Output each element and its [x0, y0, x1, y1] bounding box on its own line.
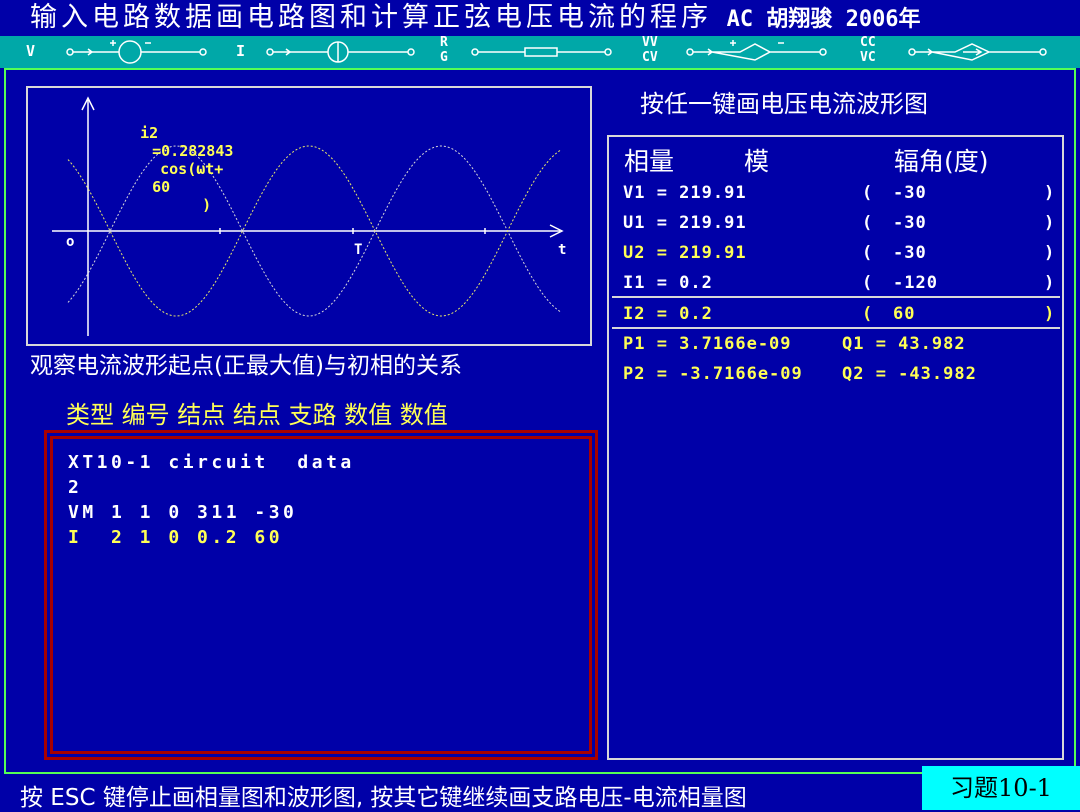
row-open: (: [862, 243, 874, 263]
data-line-i: I 2 1 0 0.2 60: [68, 527, 284, 548]
row-open: (: [862, 273, 874, 293]
header-angle: 辐角(度): [894, 147, 989, 176]
header-phasor: 相量: [624, 147, 675, 176]
row-open: (: [862, 304, 874, 324]
row-angle: 60: [893, 304, 916, 324]
data-line-count: 2: [68, 477, 83, 498]
row-close: ): [1044, 304, 1056, 324]
program-title: 输入电路数据画电路图和计算正弦电压电流的程序: [30, 2, 712, 33]
label-vv: VV: [642, 35, 658, 50]
window-title: 输入电路数据画电路图和计算正弦电压电流的程序 AC 胡翔骏 2006年: [0, 0, 1080, 36]
data-line-vm: VM 1 1 0 311 -30: [68, 502, 298, 523]
power-p: P2 = -3.7166e-09: [623, 364, 803, 384]
row-angle: -30: [893, 213, 927, 233]
row-name: I1 = 0.2: [623, 273, 713, 293]
author-credit: AC 胡翔骏 2006年: [726, 7, 921, 32]
label-cv: CV: [642, 50, 658, 65]
row-angle: -30: [893, 243, 927, 263]
current-controlled-source-icon[interactable]: [908, 43, 1047, 61]
data-columns-label: 类型 编号 结点 结点 支路 数值 数值: [66, 401, 448, 429]
status-bar: 按 ESC 键停止画相量图和波形图, 按其它键继续画支路电压-电流相量图: [0, 774, 1080, 811]
row-angle: -30: [893, 183, 927, 203]
row-name: U1 = 219.91: [623, 213, 747, 233]
label-vc: VC: [860, 50, 876, 65]
equation-phase: 60: [152, 178, 171, 196]
power-q: Q1 = 43.982: [842, 334, 966, 354]
table-divider: [612, 327, 1060, 329]
draw-prompt: 按任一键画电压电流波形图: [640, 90, 928, 118]
row-close: ): [1044, 273, 1056, 293]
row-name: V1 = 219.91: [623, 183, 747, 203]
origin-label: o: [66, 234, 75, 250]
omega-symbol: ω: [196, 160, 206, 178]
equation-rest: t+: [205, 160, 224, 178]
row-name: I2 = 0.2: [623, 304, 713, 324]
waveform-equation: i2 =0.282843 cos(ωt+ 60 ): [104, 106, 233, 232]
circuit-data-box[interactable]: [44, 430, 598, 760]
equation-var: i2: [140, 124, 159, 142]
header-magnitude: 模: [744, 147, 770, 176]
waveform-panel: i2 =0.282843 cos(ωt+ 60 ) o T t: [26, 86, 592, 346]
row-close: ): [1044, 243, 1056, 263]
equation-amplitude: =0.282843: [152, 142, 234, 160]
row-open: (: [862, 213, 874, 233]
time-axis-label: t: [558, 242, 567, 258]
status-text: 按 ESC 键停止画相量图和波形图, 按其它键继续画支路电压-电流相量图: [20, 785, 747, 811]
current-source-icon[interactable]: [266, 41, 415, 63]
data-line-title: XT10-1 circuit data: [68, 452, 355, 473]
table-divider: [612, 296, 1060, 298]
voltage-controlled-source-icon[interactable]: [686, 40, 827, 61]
label-i: I: [236, 42, 246, 60]
voltage-source-icon[interactable]: [66, 40, 207, 64]
power-q: Q2 = -43.982: [842, 364, 977, 384]
label-cc: CC: [860, 35, 876, 50]
label-g: G: [440, 50, 448, 65]
power-p: P1 = 3.7166e-09: [623, 334, 792, 354]
resistor-icon[interactable]: [471, 47, 612, 57]
row-close: ): [1044, 183, 1056, 203]
label-v: V: [26, 42, 36, 60]
row-open: (: [862, 183, 874, 203]
period-label: T: [354, 242, 363, 258]
component-toolbar: V I R G VV CV CC VC: [0, 35, 1080, 68]
exercise-button[interactable]: 习题10-1: [922, 766, 1080, 810]
equation-func: cos(: [160, 160, 197, 178]
row-angle: -120: [893, 273, 938, 293]
row-name: U2 = 219.91: [623, 243, 747, 263]
label-r: R: [440, 35, 448, 50]
row-close: ): [1044, 213, 1056, 233]
equation-close: ): [202, 196, 212, 214]
waveform-caption: 观察电流波形起点(正最大值)与初相的关系: [30, 353, 462, 379]
